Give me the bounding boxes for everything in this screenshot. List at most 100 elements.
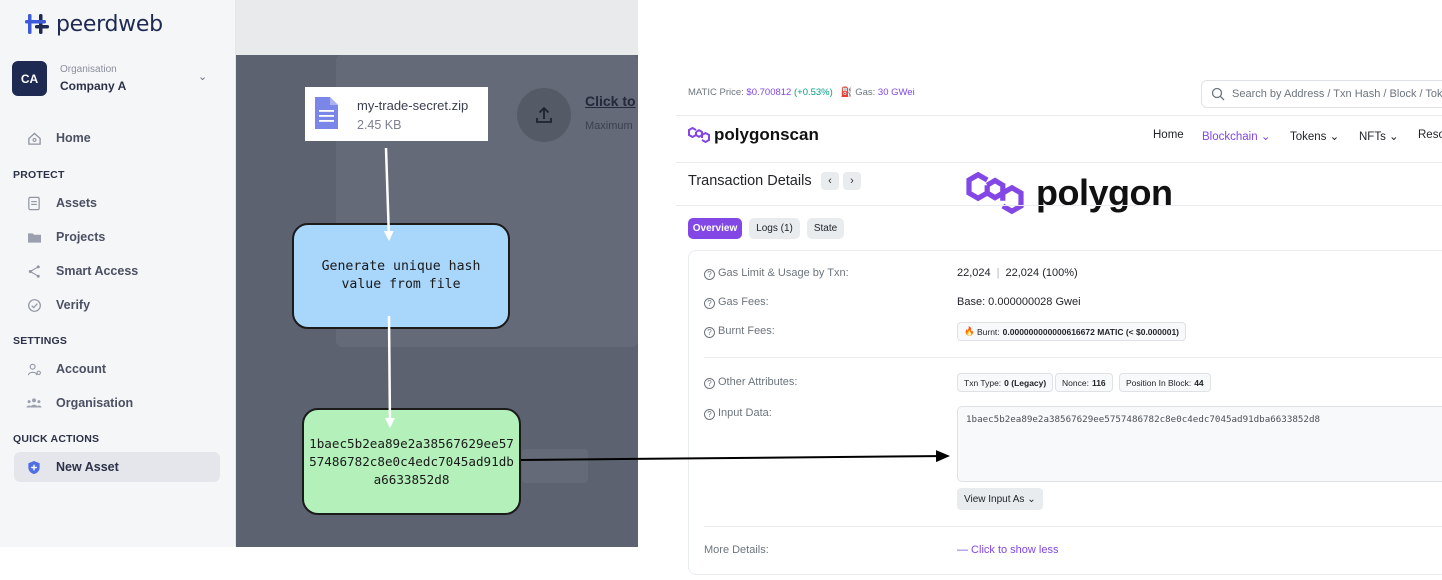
- chip-label: Position In Block:: [1126, 377, 1192, 388]
- next-txn-button[interactable]: ›: [843, 172, 861, 190]
- hash-value-box: 1baec5b2ea89e2a38567629ee5757486782c8e0c…: [302, 408, 521, 515]
- burnt-fees-chip: 🔥 Burnt: 0.000000000000616672 MATIC (< $0…: [957, 322, 1187, 341]
- view-input-as-button[interactable]: View Input As ⌄: [957, 488, 1043, 510]
- chip-label: Txn Type:: [964, 377, 1002, 388]
- label-text: Gas Fees:: [718, 296, 769, 308]
- nav-label: Tokens: [1290, 131, 1327, 143]
- sidebar-item-label: Assets: [56, 196, 97, 210]
- folder-icon: [26, 229, 42, 245]
- generate-hash-step: Generate unique hash value from file: [292, 223, 510, 329]
- brand-name: peerdweb: [56, 11, 163, 37]
- question-icon: ?: [704, 269, 715, 280]
- home-icon: [26, 130, 42, 146]
- nav-label: NFTs: [1359, 131, 1386, 143]
- separator: |: [996, 267, 1000, 279]
- nav-label: Blockchain: [1202, 131, 1258, 143]
- sidebar-item-home[interactable]: Home: [14, 124, 220, 152]
- chip-value: 116: [1091, 377, 1106, 388]
- nav-blockchain[interactable]: Blockchain ⌄: [1202, 129, 1270, 143]
- chevron-right-icon: ›: [850, 175, 854, 187]
- sidebar-item-smart-access[interactable]: Smart Access: [14, 257, 220, 285]
- chip-value: 44: [1194, 377, 1204, 388]
- org-avatar: CA: [12, 61, 47, 96]
- upload-max-size: Maximum: [585, 120, 633, 132]
- chevron-down-icon: ⌄: [198, 71, 208, 83]
- composite-figure: peerdweb CA Organisation Company A ⌄ Hom…: [0, 0, 1442, 580]
- sidebar-item-label: Home: [56, 131, 91, 145]
- price-ticker: MATIC Price: $0.700812 (+0.53%) ⛽ Gas: 3…: [688, 87, 915, 98]
- chevron-down-icon: ⌄: [1027, 493, 1036, 505]
- page-title: Transaction Details: [688, 173, 812, 189]
- gas-fees-value: Base: 0.000000028 Gwei: [957, 296, 1081, 308]
- question-icon: ?: [704, 327, 715, 338]
- label-text: Gas Limit & Usage by Txn:: [718, 267, 849, 279]
- other-attributes-label: ? Other Attributes:: [704, 376, 797, 389]
- chevron-left-icon: ‹: [828, 175, 832, 187]
- tab-logs[interactable]: Logs (1): [749, 218, 800, 239]
- section-title-protect: PROTECT: [13, 169, 65, 181]
- upload-icon: [536, 106, 552, 123]
- user-icon: [26, 361, 42, 377]
- divider: [676, 205, 1442, 206]
- divider: [704, 357, 1442, 358]
- polygon-logo-icon: [966, 171, 1024, 215]
- sidebar-item-verify[interactable]: Verify: [14, 291, 220, 319]
- polygonscan-page: MATIC Price: $0.700812 (+0.53%) ⛽ Gas: 3…: [676, 72, 1442, 580]
- question-icon: ?: [704, 409, 715, 420]
- gas-label: Gas:: [855, 87, 876, 98]
- peerdweb-logo[interactable]: peerdweb: [24, 11, 163, 37]
- label-text: Input Data:: [718, 407, 772, 419]
- search-input[interactable]: Search by Address / Txn Hash / Block / T…: [1201, 80, 1442, 108]
- nav-home[interactable]: Home: [1153, 129, 1184, 141]
- gas-limit-label: ? Gas Limit & Usage by Txn:: [704, 267, 849, 280]
- org-caption: Organisation: [60, 64, 117, 75]
- gas-usage: 22,024 (100%): [1005, 267, 1078, 279]
- file-icon: [315, 97, 338, 129]
- show-less-link[interactable]: — Click to show less: [957, 544, 1058, 556]
- people-icon: [26, 395, 42, 411]
- matic-price-label: MATIC Price:: [688, 87, 744, 98]
- more-details-label: More Details:: [704, 544, 769, 556]
- divider: [676, 115, 1442, 116]
- chevron-down-icon: ⌄: [1260, 131, 1271, 143]
- fire-icon: 🔥: [964, 326, 975, 336]
- sidebar-item-label: Organisation: [56, 396, 134, 410]
- search-icon: [1211, 87, 1225, 101]
- sidebar-item-organisation[interactable]: Organisation: [14, 389, 220, 417]
- chip-value: 0 (Legacy): [1004, 377, 1047, 388]
- nav-resources[interactable]: Reso: [1418, 129, 1442, 141]
- prev-txn-button[interactable]: ‹: [821, 172, 839, 190]
- button-label: View Input As: [964, 493, 1025, 505]
- polygonscan-logo[interactable]: polygonscan: [688, 125, 819, 145]
- organisation-switcher[interactable]: CA Organisation Company A ⌄: [12, 61, 222, 97]
- peerdweb-logo-icon: [25, 14, 49, 34]
- shield-icon: [26, 459, 42, 475]
- upload-link[interactable]: Click to: [585, 93, 636, 109]
- gas-value: 30 GWei: [877, 87, 915, 98]
- file-card: my-trade-secret.zip 2.45 KB: [305, 87, 488, 141]
- tab-overview[interactable]: Overview: [688, 218, 742, 239]
- nav-tokens[interactable]: Tokens ⌄: [1290, 129, 1339, 143]
- nav-nfts[interactable]: NFTs ⌄: [1359, 129, 1399, 143]
- search-placeholder: Search by Address / Txn Hash / Block / T…: [1232, 88, 1442, 100]
- sidebar-item-label: Projects: [56, 230, 106, 244]
- upload-button[interactable]: [517, 88, 571, 142]
- sidebar-item-account[interactable]: Account: [14, 355, 220, 383]
- sidebar-item-label: Account: [56, 362, 106, 376]
- divider: [676, 162, 1442, 163]
- polygon-brand-overlay: polygon: [966, 167, 1173, 219]
- sidebar-item-assets[interactable]: Assets: [14, 189, 220, 217]
- input-data-field[interactable]: 1baec5b2ea89e2a38567629ee5757486782c8e0c…: [957, 406, 1442, 482]
- chevron-down-icon: ⌄: [1329, 131, 1340, 143]
- burnt-prefix: Burnt:: [976, 326, 1000, 337]
- sidebar-item-label: Verify: [56, 298, 91, 312]
- polygon-brand-text: polygon: [1036, 172, 1173, 213]
- gas-fees-label: ? Gas Fees:: [704, 296, 769, 309]
- burnt-value: 0.000000000000616672 MATIC (< $0.000001): [1002, 326, 1180, 337]
- sidebar-item-new-asset[interactable]: New Asset: [14, 452, 220, 482]
- txn-type-chip: Txn Type: 0 (Legacy): [957, 373, 1054, 392]
- tab-state[interactable]: State: [807, 218, 844, 239]
- sidebar-item-projects[interactable]: Projects: [14, 223, 220, 251]
- sidebar: peerdweb CA Organisation Company A ⌄ Hom…: [0, 0, 236, 547]
- polygon-logo-icon: [688, 126, 710, 144]
